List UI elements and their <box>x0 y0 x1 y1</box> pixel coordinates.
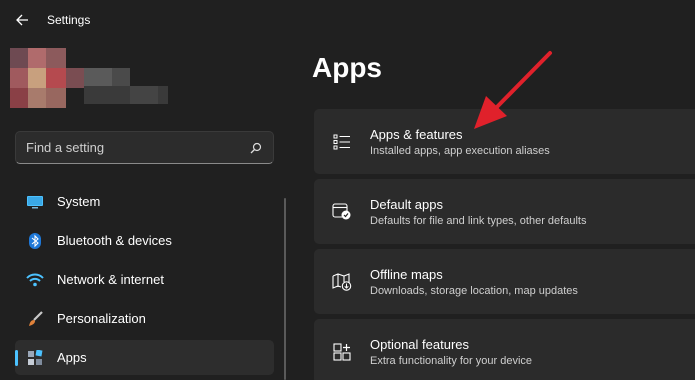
card-offline-maps[interactable]: Offline maps Downloads, storage location… <box>314 249 695 314</box>
sidebar-item-personalization[interactable]: Personalization <box>15 301 274 336</box>
search-placeholder: Find a setting <box>26 140 105 155</box>
sidebar-scrollbar[interactable] <box>284 198 286 380</box>
sidebar-item-apps[interactable]: Apps <box>15 340 274 375</box>
card-default-apps[interactable]: Default apps Defaults for file and link … <box>314 179 695 244</box>
sidebar-item-label: Network & internet <box>57 272 164 287</box>
app-title: Settings <box>47 13 91 27</box>
card-description: Defaults for file and link types, other … <box>370 214 587 227</box>
monitor-icon <box>25 192 45 212</box>
selection-indicator <box>15 350 18 366</box>
sidebar-nav: System Bluetooth & devices Network & int… <box>15 184 274 379</box>
back-arrow-icon <box>16 14 28 26</box>
search-input[interactable]: Find a setting <box>15 131 274 164</box>
card-description: Installed apps, app execution aliases <box>370 144 550 157</box>
map-download-icon <box>331 271 353 293</box>
user-avatar <box>10 48 168 108</box>
sidebar-item-label: Personalization <box>57 311 146 326</box>
back-button[interactable] <box>10 8 34 32</box>
sidebar-item-label: Bluetooth & devices <box>57 233 172 248</box>
card-title: Apps & features <box>370 126 463 142</box>
page-title: Apps <box>312 52 382 83</box>
bluetooth-icon <box>25 231 45 251</box>
default-apps-icon <box>331 201 353 223</box>
sidebar-item-label: Apps <box>57 350 87 365</box>
sidebar-item-network[interactable]: Network & internet <box>15 262 274 297</box>
card-title: Default apps <box>370 196 443 212</box>
settings-cards: Apps & features Installed apps, app exec… <box>314 109 695 380</box>
title-bar: Settings <box>0 0 695 40</box>
search-icon[interactable] <box>249 141 263 155</box>
brush-icon <box>25 309 45 329</box>
list-icon <box>331 131 353 153</box>
card-apps-features[interactable]: Apps & features Installed apps, app exec… <box>314 109 695 174</box>
card-title: Offline maps <box>370 266 443 282</box>
wifi-icon <box>25 270 45 290</box>
sidebar-item-bluetooth[interactable]: Bluetooth & devices <box>15 223 274 258</box>
apps-icon <box>25 348 45 368</box>
sidebar-item-label: System <box>57 194 101 209</box>
card-description: Downloads, storage location, map updates <box>370 284 578 297</box>
sidebar-item-system[interactable]: System <box>15 184 274 219</box>
card-description: Extra functionality for your device <box>370 354 533 367</box>
card-title: Optional features <box>370 336 470 352</box>
optional-features-icon <box>331 341 353 363</box>
card-optional-features[interactable]: Optional features Extra functionality fo… <box>314 319 695 380</box>
